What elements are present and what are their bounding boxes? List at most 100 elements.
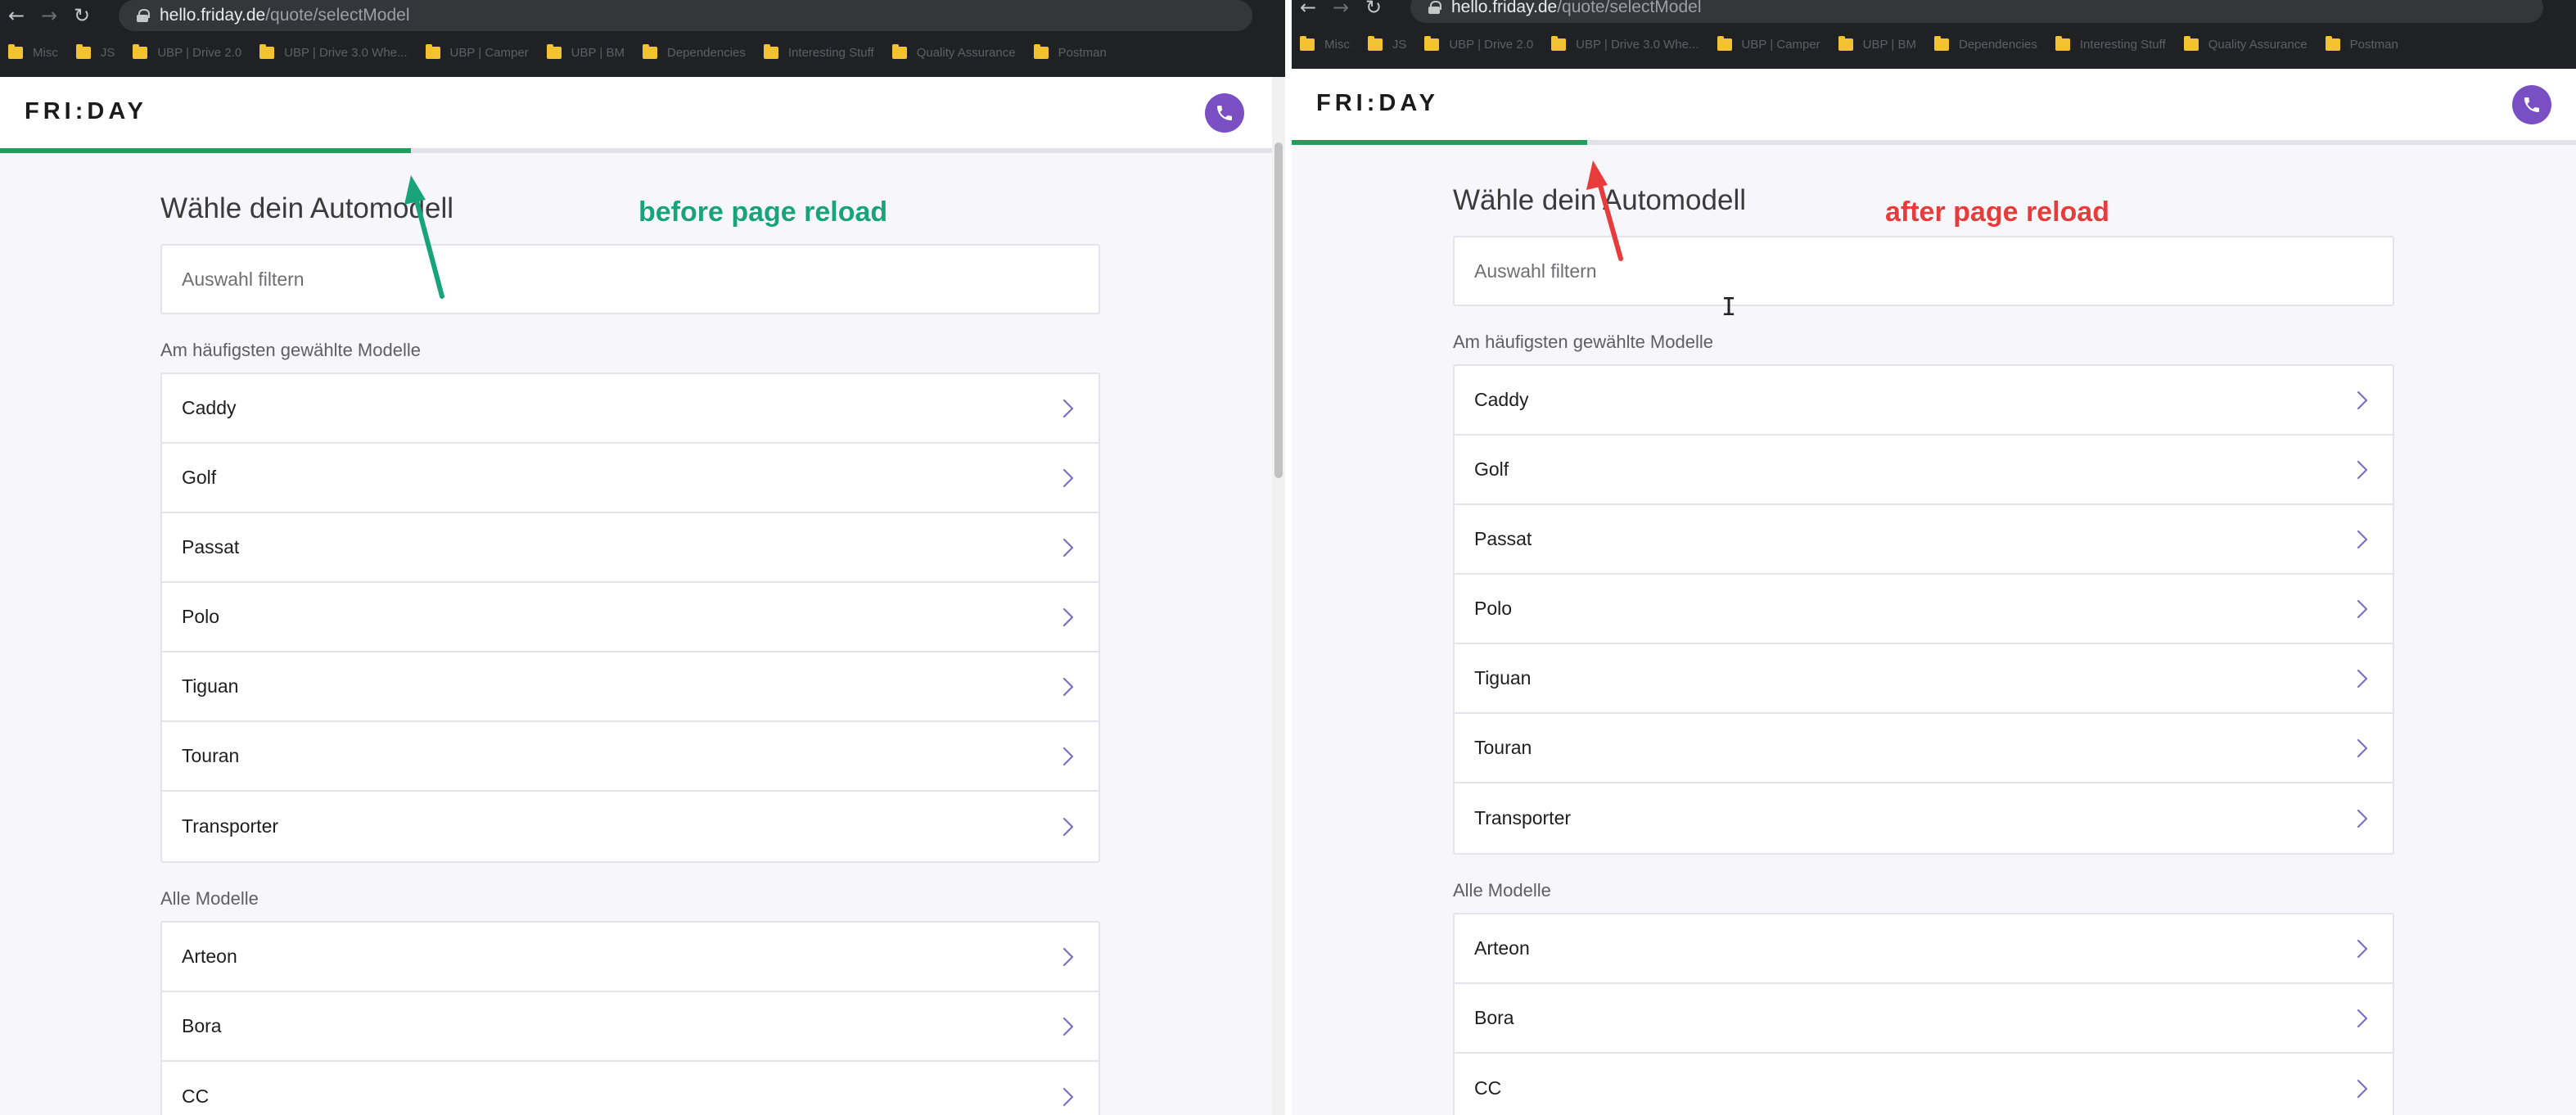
bookmark-item[interactable]: UBP | Drive 2.0 [1424, 35, 1533, 52]
bookmark-item[interactable]: UBP | Camper [1717, 35, 1820, 52]
annotation-arrow-icon [404, 175, 444, 299]
phone-button[interactable] [2512, 85, 2551, 124]
bookmark-item[interactable]: Misc [1300, 35, 1350, 52]
bookmark-label: Dependencies [1958, 37, 2037, 52]
model-list-item[interactable]: Tiguan [162, 652, 1099, 722]
bookmark-item[interactable]: Dependencies [1933, 35, 2037, 52]
model-name: Transporter [182, 815, 279, 837]
bookmark-label: Misc [33, 45, 58, 60]
folder-icon [1551, 35, 1567, 51]
bookmark-item[interactable]: Misc [8, 43, 58, 60]
model-list-item[interactable]: CC [162, 1062, 1099, 1115]
forward-icon[interactable]: → [33, 0, 65, 31]
folder-icon [1838, 35, 1853, 51]
model-name: Bora [182, 1015, 222, 1036]
model-list-item[interactable]: Caddy [1455, 366, 2393, 436]
model-list-item[interactable]: Bora [162, 992, 1099, 1062]
bookmark-label: UBP | Drive 3.0 Whe... [1576, 37, 1699, 52]
bookmark-item[interactable]: Quality Assurance [891, 43, 1016, 60]
bookmark-item[interactable]: JS [75, 43, 115, 60]
progress-track [0, 148, 1285, 153]
friday-logo[interactable]: FRI:DAY [25, 98, 147, 125]
bookmark-item[interactable]: UBP | Drive 2.0 [133, 43, 241, 60]
model-list-item[interactable]: Golf [162, 444, 1099, 513]
bookmark-label: UBP | Camper [449, 45, 529, 60]
annotation-arrow-icon [1586, 160, 1623, 261]
bookmark-item[interactable]: JS [1367, 35, 1406, 52]
chevron-right-icon [2357, 809, 2368, 828]
back-icon[interactable]: ← [0, 0, 33, 31]
bookmark-label: Quality Assurance [2208, 37, 2308, 52]
bookmarks-bar: Misc JS UBP | Drive 2.0 UBP | Drive 3.0 Whe… [0, 38, 1285, 67]
bookmark-item[interactable]: UBP | Drive 3.0 Whe... [1551, 35, 1699, 52]
scrollbar[interactable] [1272, 77, 1285, 1115]
bookmark-item[interactable]: Dependencies [642, 43, 746, 60]
chevron-right-icon [1058, 398, 1079, 419]
bookmarks-bar: Misc JS UBP | Drive 2.0 UBP | Drive 3.0 Whe… [1292, 29, 2576, 59]
back-icon[interactable]: ← [1292, 0, 1324, 23]
model-list-item[interactable]: Transporter [1455, 783, 2393, 853]
folder-icon [642, 43, 657, 59]
folder-icon [259, 43, 275, 59]
model-list-item[interactable]: Tiguan [1455, 644, 2393, 714]
model-list-item[interactable]: Golf [1455, 436, 2393, 505]
filter-input[interactable]: Auswahl filtern [160, 244, 1100, 314]
model-name: Passat [182, 536, 240, 558]
model-name: Transporter [1474, 807, 1572, 828]
chevron-right-icon [1058, 1086, 1079, 1108]
folder-icon [133, 43, 148, 59]
bookmark-item[interactable]: Quality Assurance [2183, 35, 2308, 52]
chevron-right-icon [1062, 607, 1074, 626]
bookmark-item[interactable]: Interesting Stuff [2055, 35, 2166, 52]
popular-models-label: Am häufigsten gewählte Modelle [1453, 332, 1713, 352]
model-list-item[interactable]: Transporter [162, 792, 1099, 861]
model-list-item[interactable]: Polo [162, 583, 1099, 652]
site-header: FRI:DAY [1292, 69, 2576, 145]
bookmark-item[interactable]: UBP | BM [546, 43, 625, 60]
model-name: Touran [1474, 737, 1532, 758]
reload-icon[interactable]: ↻ [65, 0, 98, 31]
model-list-item[interactable]: Arteon [1455, 914, 2393, 984]
model-name: Arteon [1474, 937, 1530, 959]
address-bar[interactable]: hello.friday.de/quote/selectModel [119, 0, 1252, 31]
model-list-item[interactable]: Passat [162, 513, 1099, 583]
chevron-right-icon [2357, 390, 2368, 409]
model-name: Tiguan [182, 675, 239, 697]
bookmark-item[interactable]: UBP | Camper [425, 43, 529, 60]
model-list-item[interactable]: Touran [162, 722, 1099, 792]
bookmark-label: UBP | BM [1862, 37, 1916, 52]
folder-icon [1300, 35, 1315, 51]
progress-fill [1292, 140, 1587, 145]
model-name: Polo [182, 606, 220, 627]
bookmark-item[interactable]: Interesting Stuff [763, 43, 874, 60]
chevron-right-icon [1058, 946, 1079, 968]
model-list-item[interactable]: Bora [1455, 984, 2393, 1054]
scrollbar-thumb[interactable] [1274, 142, 1283, 478]
model-list-item[interactable]: Polo [1455, 575, 2393, 644]
model-list-item[interactable]: Passat [1455, 505, 2393, 575]
bookmark-item[interactable]: UBP | BM [1838, 35, 1916, 52]
chevron-right-icon [2357, 939, 2368, 958]
bookmark-item[interactable]: Postman [1033, 43, 1107, 60]
model-list-item[interactable]: Touran [1455, 714, 2393, 783]
bookmark-item[interactable]: Postman [2325, 35, 2398, 52]
chevron-right-icon [2352, 598, 2373, 620]
phone-button[interactable] [1205, 93, 1244, 133]
folder-icon [75, 43, 91, 59]
model-list-item[interactable]: Caddy [162, 374, 1099, 444]
browser-chrome: ← → ↻ hello.friday.de/quote/selectModel … [0, 0, 1285, 77]
model-name: Passat [1474, 528, 1532, 549]
address-bar[interactable]: hello.friday.de/quote/selectModel [1410, 0, 2543, 23]
model-list-item[interactable]: Arteon [162, 923, 1099, 992]
text-cursor-icon: I [1721, 293, 1737, 322]
chevron-right-icon [2352, 1008, 2373, 1029]
model-name: Caddy [182, 397, 237, 418]
model-name: Bora [1474, 1007, 1514, 1028]
reload-icon[interactable]: ↻ [1357, 0, 1390, 23]
friday-logo[interactable]: FRI:DAY [1316, 90, 1439, 117]
chevron-right-icon [1062, 747, 1074, 765]
bookmark-item[interactable]: UBP | Drive 3.0 Whe... [259, 43, 408, 60]
forward-icon[interactable]: → [1324, 0, 1357, 23]
browser-chrome: ← → ↻ hello.friday.de/quote/selectModel … [1292, 0, 2576, 69]
model-list-item[interactable]: CC [1455, 1054, 2393, 1115]
